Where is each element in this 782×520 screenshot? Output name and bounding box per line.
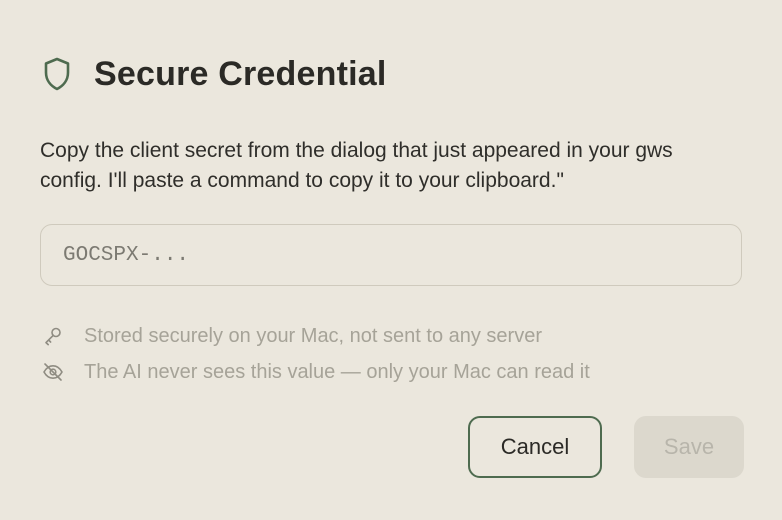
- note-ai-never-sees: The AI never sees this value — only your…: [40, 354, 590, 390]
- shield-icon: [40, 54, 74, 94]
- dialog-description: Copy the client secret from the dialog t…: [40, 139, 673, 192]
- note-text: The AI never sees this value — only your…: [84, 360, 590, 383]
- dialog-header: Secure Credential: [40, 50, 387, 98]
- dialog-title: Secure Credential: [94, 54, 387, 93]
- cancel-button[interactable]: Cancel: [468, 416, 602, 478]
- save-button[interactable]: Save: [634, 416, 744, 478]
- secret-input-container: [40, 224, 742, 286]
- key-icon: [40, 323, 66, 349]
- client-secret-input[interactable]: [41, 225, 741, 285]
- secure-credential-dialog: Secure Credential Copy the client secret…: [0, 0, 782, 520]
- note-text: Stored securely on your Mac, not sent to…: [84, 324, 542, 347]
- eye-off-icon: [40, 359, 66, 385]
- security-notes: Stored securely on your Mac, not sent to…: [40, 318, 590, 390]
- note-stored-securely: Stored securely on your Mac, not sent to…: [40, 318, 590, 354]
